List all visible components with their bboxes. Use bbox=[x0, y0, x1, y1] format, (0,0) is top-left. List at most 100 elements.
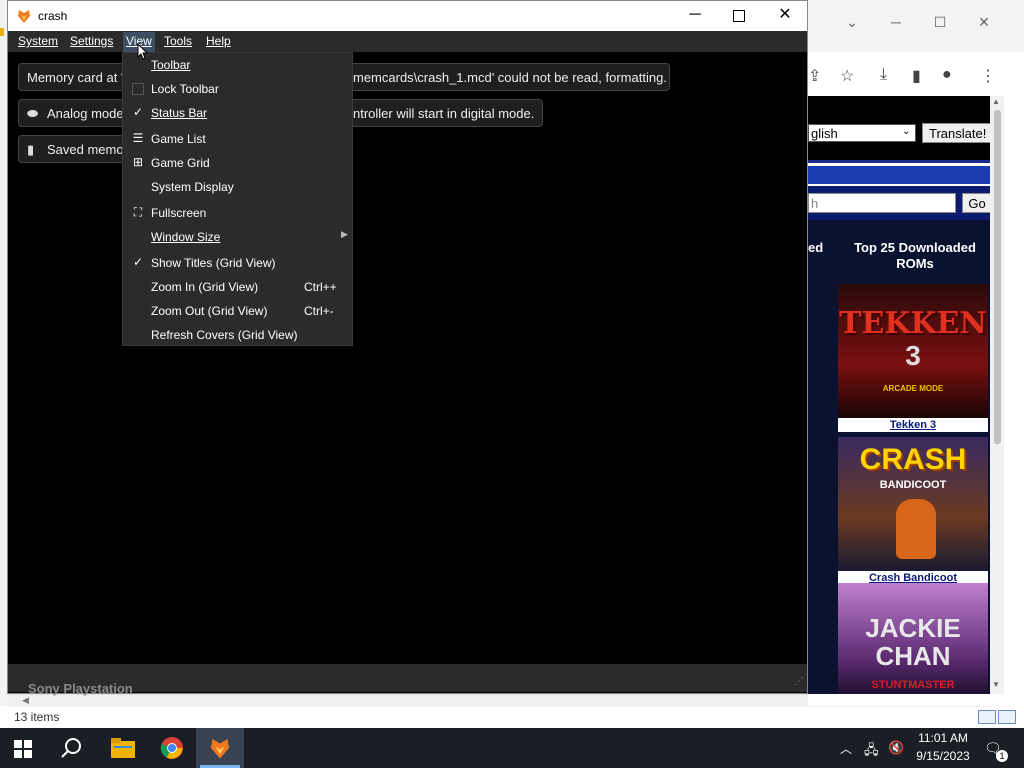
view-dropdown-menu: Toolbar Lock Toolbar ✓ Status Bar ☰ Game… bbox=[122, 52, 353, 346]
menu-item-fullscreen[interactable]: ⛶ Fullscreen bbox=[123, 201, 352, 225]
platform-label: Sony Playstation bbox=[28, 681, 133, 696]
tab-dropdown-icon[interactable]: ⌄ bbox=[830, 14, 874, 31]
share-icon[interactable]: ⇪ bbox=[808, 66, 821, 86]
close-icon[interactable]: ✕ bbox=[770, 4, 800, 24]
maximize-icon[interactable] bbox=[724, 6, 754, 22]
menu-item-label: Window Size bbox=[151, 230, 221, 244]
rom-cover-image[interactable]: JACKIE CHAN STUNTMASTER bbox=[838, 583, 988, 694]
menu-item-lock-toolbar[interactable]: Lock Toolbar bbox=[123, 77, 352, 101]
menu-item-show-titles[interactable]: ✓ Show Titles (Grid View) bbox=[123, 251, 352, 275]
menu-system[interactable]: System bbox=[18, 34, 58, 48]
menu-item-status-bar[interactable]: ✓ Status Bar bbox=[123, 101, 352, 125]
menu-tools[interactable]: Tools bbox=[164, 34, 192, 48]
bookmark-star-icon[interactable]: ☆ bbox=[840, 66, 854, 86]
select-chevron-icon: ⌄ bbox=[902, 126, 911, 137]
scroll-up-arrow-icon[interactable]: ▲ bbox=[992, 97, 1000, 106]
submenu-arrow-icon: ▶ bbox=[341, 229, 348, 239]
menu-item-game-list[interactable]: ☰ Game List bbox=[123, 127, 352, 151]
osd-message: ▮ Saved memo bbox=[18, 135, 128, 163]
search-icon[interactable] bbox=[61, 737, 83, 759]
menu-item-game-grid[interactable]: ⊞ Game Grid bbox=[123, 151, 352, 175]
clock-time[interactable]: 11:01 AM bbox=[908, 731, 978, 745]
checkbox-icon bbox=[132, 83, 144, 95]
go-button[interactable]: Go bbox=[962, 193, 992, 213]
menu-settings[interactable]: Settings bbox=[70, 34, 113, 48]
cover-art-subtitle: CHAN bbox=[875, 641, 951, 671]
menu-item-system-display[interactable]: System Display bbox=[123, 175, 352, 199]
rom-card[interactable]: CRASH BANDICOOT Crash Bandicoot bbox=[838, 437, 988, 585]
menu-item-label: Zoom Out (Grid View) bbox=[151, 304, 268, 318]
gamepad-icon: ⬬ bbox=[27, 106, 39, 121]
menu-kebab-icon[interactable]: ⋮ bbox=[980, 66, 996, 86]
scroll-left-arrow-icon[interactable]: ◀ bbox=[22, 695, 29, 706]
menu-item-label: Lock Toolbar bbox=[151, 82, 219, 96]
cover-art-subtitle: BANDICOOT bbox=[879, 479, 947, 491]
rom-card[interactable]: JACKIE CHAN STUNTMASTER bbox=[838, 583, 988, 694]
cover-art-text: TEKKEN bbox=[839, 306, 987, 341]
language-select[interactable]: glish bbox=[808, 124, 916, 142]
explorer-status-bar bbox=[0, 706, 1024, 728]
side-panel-icon[interactable]: ▮ bbox=[912, 66, 921, 86]
scroll-down-arrow-icon[interactable]: ▼ bbox=[992, 680, 1000, 689]
menu-item-refresh-covers[interactable]: Refresh Covers (Grid View) bbox=[123, 323, 352, 347]
cover-art-subtitle: STUNTMASTER bbox=[871, 679, 955, 691]
menu-item-label: Status Bar bbox=[151, 106, 208, 120]
cover-art-text: CRASH bbox=[859, 443, 967, 476]
cover-art-subtitle: ARCADE MODE bbox=[882, 384, 944, 393]
details-view-icon[interactable] bbox=[978, 710, 996, 724]
duckstation-logo-icon bbox=[18, 10, 30, 23]
rom-card[interactable]: TEKKEN 3 ARCADE MODE Tekken 3 bbox=[838, 284, 988, 432]
top-downloaded-heading: Top 25 Downloaded ROMs bbox=[854, 240, 976, 271]
rom-cover-image[interactable]: TEKKEN 3 ARCADE MODE bbox=[838, 284, 988, 418]
menu-item-label: Refresh Covers (Grid View) bbox=[151, 328, 298, 342]
download-icon[interactable]: ⤓ bbox=[880, 66, 887, 84]
menu-item-zoom-in[interactable]: Zoom In (Grid View) Ctrl++ bbox=[123, 275, 352, 299]
grid-icon: ⊞ bbox=[132, 155, 144, 169]
explorer-view-toggle bbox=[978, 710, 1018, 724]
menu-item-shortcut: Ctrl+- bbox=[304, 304, 334, 318]
translate-button[interactable]: Translate! bbox=[922, 123, 992, 143]
volume-muted-icon[interactable]: 🔇 bbox=[888, 740, 904, 756]
maximize-icon[interactable]: ☐ bbox=[918, 14, 962, 31]
profile-avatar-icon[interactable]: ● bbox=[942, 66, 952, 84]
checkmark-icon: ✓ bbox=[132, 255, 144, 269]
clock-date[interactable]: 9/15/2023 bbox=[908, 749, 978, 763]
osd-text: Memory card at ' bbox=[27, 70, 124, 85]
chrome-window-controls: ⌄ ─ ☐ ✕ bbox=[830, 14, 1020, 31]
large-icons-view-icon[interactable] bbox=[998, 710, 1016, 724]
menu-item-label: Game List bbox=[151, 132, 206, 146]
minimize-icon[interactable]: ─ bbox=[874, 14, 918, 30]
memory-card-icon: ▮ bbox=[27, 142, 35, 157]
menu-item-toolbar[interactable]: Toolbar bbox=[123, 53, 352, 77]
menu-item-zoom-out[interactable]: Zoom Out (Grid View) Ctrl+- bbox=[123, 299, 352, 323]
list-icon: ☰ bbox=[132, 131, 144, 145]
menu-item-label: Zoom In (Grid View) bbox=[151, 280, 259, 294]
crash-character-figure bbox=[896, 499, 936, 559]
show-hidden-icons-icon[interactable]: ︿ bbox=[840, 740, 852, 757]
windows-start-icon[interactable] bbox=[14, 740, 32, 758]
file-explorer-icon[interactable] bbox=[111, 738, 135, 758]
menu-item-window-size[interactable]: Window Size ▶ bbox=[123, 225, 352, 249]
checkmark-icon: ✓ bbox=[132, 105, 144, 119]
menu-item-shortcut: Ctrl++ bbox=[304, 280, 337, 294]
rom-title-link[interactable]: Tekken 3 bbox=[838, 418, 988, 432]
chrome-icon[interactable] bbox=[160, 736, 184, 760]
rom-cover-image[interactable]: CRASH BANDICOOT bbox=[838, 437, 988, 571]
menu-help[interactable]: Help bbox=[206, 34, 231, 48]
osd-text: Analog mode bbox=[47, 106, 124, 121]
minimize-icon[interactable]: ─ bbox=[680, 6, 710, 24]
network-icon[interactable]: 🖧 bbox=[864, 741, 879, 763]
osd-text: ntroller will start in digital mode. bbox=[353, 106, 535, 121]
cover-art-text: JACKIE bbox=[865, 613, 961, 643]
menu-item-label: Game Grid bbox=[151, 156, 210, 170]
menu-item-label: System Display bbox=[151, 180, 234, 194]
resize-grip-icon[interactable]: ⋰ bbox=[794, 676, 804, 687]
close-icon[interactable]: ✕ bbox=[962, 14, 1006, 31]
chrome-toolbar: ⇪ ☆ ⤓ ▮ ● ⋮ bbox=[808, 58, 1024, 92]
folder-icon bbox=[0, 28, 4, 36]
site-nav-bar bbox=[808, 166, 990, 184]
site-search-input[interactable]: h bbox=[808, 193, 956, 213]
scrollbar-thumb[interactable] bbox=[994, 110, 1001, 444]
duckstation-taskbar-icon[interactable] bbox=[208, 736, 232, 760]
osd-text: memcards\crash_1.mcd' could not be read,… bbox=[353, 70, 667, 85]
